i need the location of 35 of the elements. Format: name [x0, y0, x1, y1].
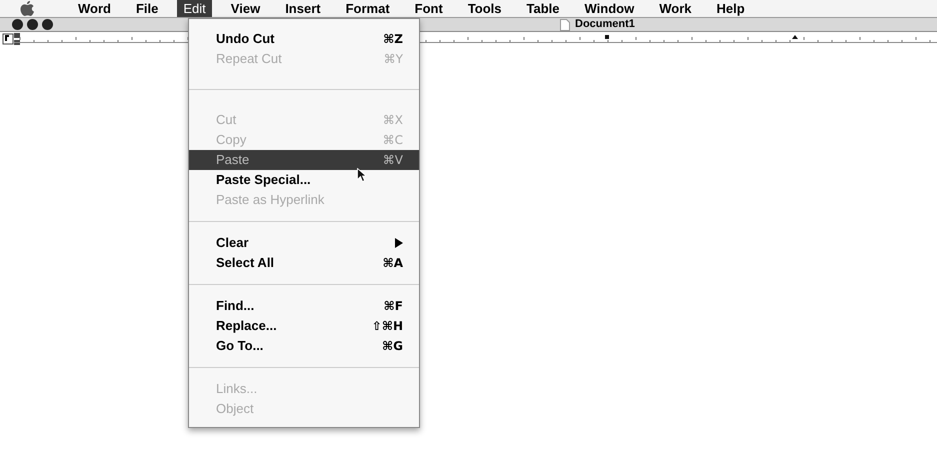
submenu-arrow-icon: [395, 238, 403, 248]
shortcut: ⌘X: [382, 112, 403, 129]
menu-bar-item[interactable]: Work: [653, 0, 698, 17]
mouse-pointer-icon: [357, 168, 366, 182]
menu-bar-item[interactable]: Window: [578, 0, 640, 17]
shortcut: ⌘G: [382, 338, 403, 355]
menu-bar-item[interactable]: Font: [408, 0, 449, 17]
shortcut: ⌘V: [382, 152, 403, 169]
shortcut: ⌘Z: [383, 31, 403, 48]
menu-item[interactable]: Clear: [189, 233, 419, 253]
close-button[interactable]: [12, 19, 23, 30]
menu-bar-item[interactable]: Word: [72, 0, 117, 17]
menu-bar-item[interactable]: File: [130, 0, 164, 17]
menu-bar-item[interactable]: Insert: [279, 0, 327, 17]
menu-item[interactable]: Select All ⌘A: [189, 253, 419, 273]
shortcut: ⌘C: [382, 132, 403, 149]
menu-item[interactable]: Undo Cut ⌘Z: [189, 29, 419, 49]
shortcut: ⌘F: [384, 298, 403, 315]
window-title: Document1: [575, 19, 635, 30]
menu-item[interactable]: Go To... ⌘G: [189, 336, 419, 356]
apple-icon[interactable]: [20, 0, 35, 17]
menu-item[interactable]: Paste Special...: [189, 170, 419, 190]
shortcut: ⌘Y: [384, 51, 403, 68]
shortcut: ⇧⌘H: [372, 318, 403, 335]
menu-bar-item[interactable]: Help: [710, 0, 751, 17]
menu-bar-item[interactable]: Edit: [177, 0, 212, 17]
menu-item[interactable]: Find... ⌘F: [189, 296, 419, 316]
menu-bar-item[interactable]: Format: [340, 0, 396, 17]
zoom-button[interactable]: [42, 19, 53, 30]
menu-bar-item[interactable]: View: [224, 0, 266, 17]
menu-bar-item[interactable]: Tools: [462, 0, 508, 17]
minimize-button[interactable]: [27, 19, 38, 30]
menu-item[interactable]: Replace... ⇧⌘H: [189, 316, 419, 336]
menu-bar-item[interactable]: Table: [520, 0, 566, 17]
shortcut: ⌘A: [382, 255, 403, 272]
